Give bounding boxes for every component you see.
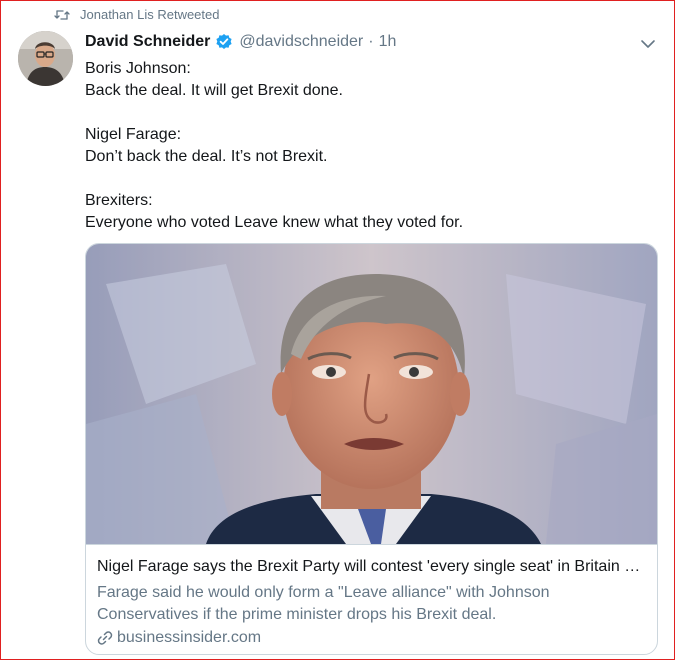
retweeted-by-text: Jonathan Lis Retweeted: [80, 7, 220, 22]
card-photo: [86, 244, 657, 544]
more-options-button[interactable]: [638, 36, 658, 52]
tweet-line: Nigel Farage:: [85, 126, 182, 143]
tweet-line: Brexiters:: [85, 192, 153, 209]
card-domain[interactable]: businessinsider.com: [97, 629, 261, 647]
retweet-icon: [54, 9, 70, 20]
author-name[interactable]: David Schneider: [85, 33, 210, 51]
card-domain-text: businessinsider.com: [117, 629, 262, 646]
link-preview-card[interactable]: Nigel Farage says the Brexit Party will …: [85, 243, 658, 655]
tweet-line: Boris Johnson:: [85, 60, 191, 77]
card-description: Farage said he would only form a "Leave …: [97, 584, 550, 623]
author-handle[interactable]: @davidschneider: [239, 33, 363, 51]
header-separator: ·: [368, 33, 374, 50]
card-image[interactable]: [86, 244, 657, 544]
verified-badge-icon: [215, 33, 233, 51]
card-title[interactable]: Nigel Farage says the Brexit Party will …: [97, 558, 649, 576]
retweet-context[interactable]: Jonathan Lis Retweeted: [54, 7, 219, 22]
avatar-photo: [18, 31, 73, 86]
tweet-line: Don’t back the deal. It’s not Brexit.: [85, 148, 328, 165]
tweet-line: Everyone who voted Leave knew what they …: [85, 214, 464, 231]
tweet-timestamp[interactable]: 1h: [379, 33, 397, 51]
tweet-header: David Schneider @davidschneider · 1h: [85, 33, 396, 51]
link-icon: [97, 631, 113, 645]
card-body[interactable]: Nigel Farage says the Brexit Party will …: [86, 544, 657, 654]
tweet-line: Back the deal. It will get Brexit done.: [85, 82, 343, 99]
avatar[interactable]: [18, 31, 73, 86]
chevron-down-icon: [641, 40, 655, 48]
tweet-text: Boris Johnson: Back the deal. It will ge…: [85, 58, 645, 234]
